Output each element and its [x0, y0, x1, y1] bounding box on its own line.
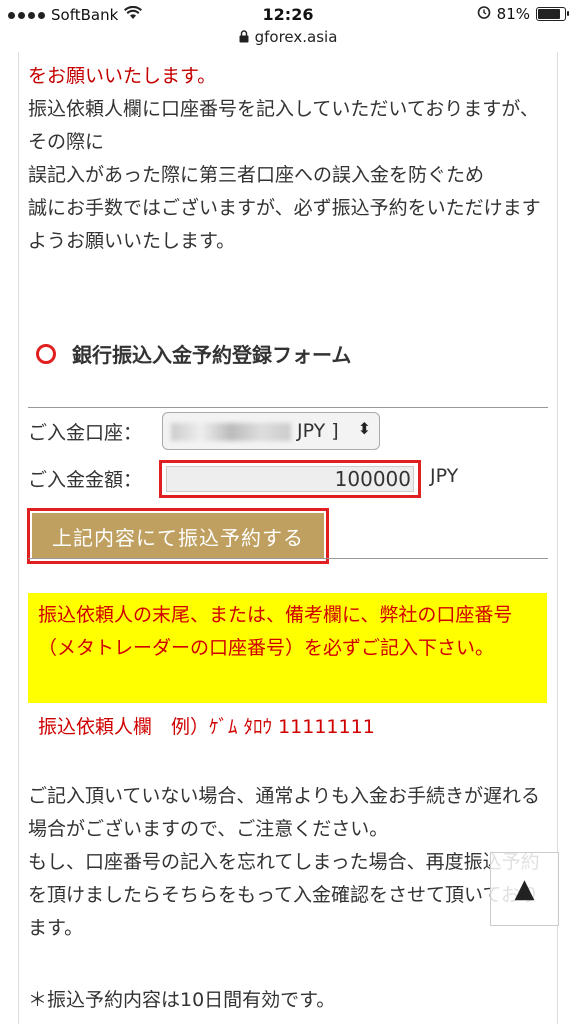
battery-icon: [536, 7, 569, 21]
battery-percent: 81%: [496, 5, 530, 23]
circle-bullet-icon: [36, 343, 56, 364]
intro-line: 振込依頼人欄に口座番号を記入していただいておりますが、その際に: [28, 98, 539, 153]
status-bar: SoftBank 12:26 81%: [0, 0, 576, 28]
warning-paragraph: ご記入頂いていない場合、通常よりも入金お手続きが遅れる場合がございますので、ご注…: [28, 780, 548, 945]
example-text: 振込依頼人欄 例）ｹﾞﾑ ﾀﾛｳ 11111111: [38, 716, 375, 738]
submit-highlight: 上記内容にて振込予約する: [27, 508, 329, 564]
intro-red-text: をお願いいたします。: [28, 65, 217, 87]
warning-line: ご記入頂いていない場合、通常よりも入金お手続きが遅れる場合がございますので、ご注…: [28, 785, 541, 840]
intro-line: 誤記入があった際に第三者口座への誤入金を防ぐため: [28, 164, 485, 186]
page-content: をお願いいたします。 振込依頼人欄に口座番号を記入していただいておりますが、その…: [0, 52, 576, 1024]
account-select-value: JPY ]: [297, 420, 339, 442]
warning-line: もし、口座番号の記入を忘れてしまった場合、再度振込予約を頂けましたらそちらをもっ…: [28, 851, 540, 939]
url-bar[interactable]: gforex.asia: [0, 28, 576, 52]
select-arrows-icon: ⬍: [357, 419, 371, 438]
amount-highlight: 100000: [159, 460, 421, 498]
up-triangle-icon: ▲: [514, 874, 535, 904]
intro-paragraph: をお願いいたします。 振込依頼人欄に口座番号を記入していただいておりますが、その…: [28, 60, 548, 258]
masked-account-number: [171, 423, 291, 441]
url-text: gforex.asia: [254, 28, 338, 46]
section-title: 銀行振込入金予約登録フォーム: [36, 339, 351, 368]
account-select[interactable]: JPY ] ⬍: [162, 412, 380, 450]
form-divider-bottom: [28, 558, 548, 559]
content-border-left: [18, 52, 19, 1024]
validity-text: ＊振込予約内容は10日間有効です。: [28, 989, 336, 1011]
scroll-to-top-button[interactable]: ▲: [490, 852, 559, 926]
notice-box: 振込依頼人の末尾、または、備考欄に、弊社の口座番号（メタトレーダーの口座番号）を…: [28, 593, 547, 703]
section-title-text: 銀行振込入金予約登録フォーム: [72, 343, 352, 367]
form-divider-top: [28, 407, 548, 408]
amount-input[interactable]: 100000: [166, 466, 414, 492]
amount-label: ご入金金額：: [28, 469, 143, 491]
intro-line: 誠にお手数ではございますが、必ず振込予約をいただけますようお願いいたします。: [28, 197, 541, 252]
alarm-icon: [477, 5, 491, 23]
amount-unit: JPY: [430, 465, 459, 487]
lock-icon: [239, 29, 249, 47]
account-label: ご入金口座：: [28, 422, 143, 444]
submit-reservation-button[interactable]: 上記内容にて振込予約する: [32, 513, 324, 559]
